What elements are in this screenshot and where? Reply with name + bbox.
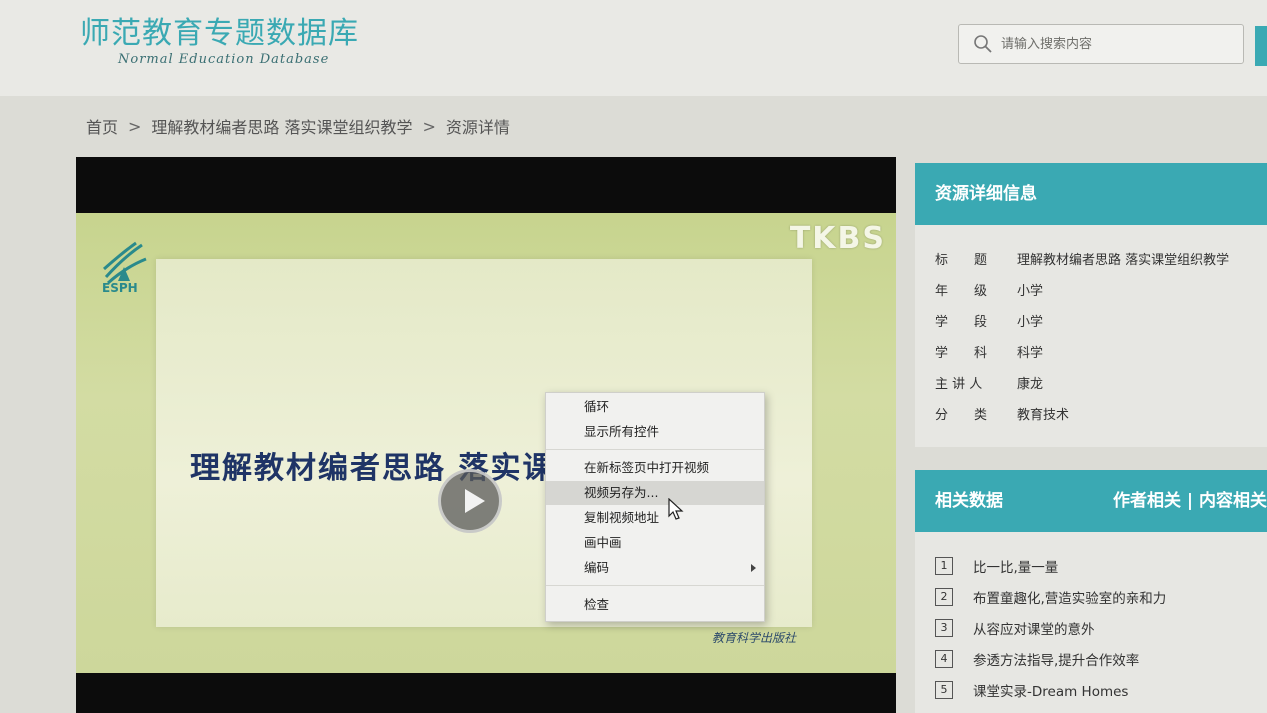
video-frame[interactable]: ESPH TKBS 理解教材编者思路 落实课堂组织教学 教育科学出版社 bbox=[76, 213, 896, 673]
esph-logo-text: ESPH bbox=[102, 281, 138, 295]
info-row-subject: 学 科 科学 bbox=[935, 342, 1043, 361]
breadcrumb-current: 资源详情 bbox=[445, 118, 510, 137]
related-data-heading: 相关数据 bbox=[935, 491, 1003, 511]
ctx-save-video-as[interactable]: 视频另存为... bbox=[546, 481, 764, 505]
info-label: 标 题 bbox=[935, 253, 988, 268]
breadcrumb-home[interactable]: 首页 bbox=[86, 114, 118, 138]
related-data-header: 相关数据 作者相关 | 内容相关 bbox=[915, 470, 1267, 532]
related-item-number: 3 bbox=[935, 619, 953, 637]
info-label: 学 科 bbox=[935, 346, 988, 361]
related-data-panel: 相关数据 作者相关 | 内容相关 1 比一比,量一量 2 布置童趣化,营造实验室… bbox=[915, 470, 1267, 713]
info-value: 小学 bbox=[1017, 284, 1044, 299]
related-item[interactable]: 1 比一比,量一量 bbox=[935, 556, 1058, 576]
related-item-title[interactable]: 布置童趣化,营造实验室的亲和力 bbox=[973, 587, 1166, 607]
related-item[interactable]: 5 课堂实录-Dream Homes bbox=[935, 680, 1128, 700]
resource-info-heading: 资源详细信息 bbox=[915, 163, 1267, 225]
search-box bbox=[958, 24, 1244, 64]
ctx-show-controls[interactable]: 显示所有控件 bbox=[546, 420, 764, 444]
related-item-number: 1 bbox=[935, 557, 953, 575]
related-item[interactable]: 4 参透方法指导,提升合作效率 bbox=[935, 649, 1139, 669]
related-item-number: 5 bbox=[935, 681, 953, 699]
search-icon[interactable] bbox=[973, 34, 993, 54]
breadcrumb: 首页 > 理解教材编者思路 落实课堂组织教学 > 资源详情 bbox=[86, 114, 510, 138]
site-header: 师范教育专题数据库 Normal Education Database bbox=[0, 0, 1267, 96]
ctx-picture-in-picture[interactable]: 画中画 bbox=[546, 531, 764, 555]
related-item-title[interactable]: 比一比,量一量 bbox=[973, 556, 1058, 576]
info-row-grade: 年 级 小学 bbox=[935, 280, 1043, 299]
info-label: 学 段 bbox=[935, 315, 988, 330]
ctx-open-new-tab[interactable]: 在新标签页中打开视频 bbox=[546, 456, 764, 480]
ctx-encoding[interactable]: 编码 bbox=[546, 556, 764, 580]
search-input[interactable] bbox=[1001, 25, 1239, 63]
ctx-separator bbox=[546, 585, 764, 586]
related-item-number: 2 bbox=[935, 588, 953, 606]
info-label: 年 级 bbox=[935, 284, 988, 299]
ctx-copy-video-address[interactable]: 复制视频地址 bbox=[546, 506, 764, 530]
chevron-right-icon bbox=[751, 564, 756, 572]
video-player[interactable]: ESPH TKBS 理解教材编者思路 落实课堂组织教学 教育科学出版社 bbox=[76, 157, 896, 713]
related-item[interactable]: 2 布置童趣化,营造实验室的亲和力 bbox=[935, 587, 1166, 607]
mouse-cursor-icon bbox=[668, 498, 684, 520]
ctx-loop[interactable]: 循环 bbox=[546, 395, 764, 419]
info-value: 康龙 bbox=[1017, 377, 1044, 392]
publisher-logo: 教育科学出版社 bbox=[712, 631, 797, 645]
search-button[interactable] bbox=[1255, 26, 1267, 66]
related-item[interactable]: 3 从容应对课堂的意外 bbox=[935, 618, 1095, 638]
context-menu: 循环 显示所有控件 在新标签页中打开视频 视频另存为... 复制视频地址 画中画… bbox=[545, 392, 765, 622]
info-row-title: 标 题 理解教材编者思路 落实课堂组织教学 bbox=[935, 249, 1229, 268]
info-label: 主 讲 人 bbox=[935, 377, 983, 392]
resource-info-panel: 资源详细信息 标 题 理解教材编者思路 落实课堂组织教学 年 级 小学 学 段 … bbox=[915, 163, 1267, 447]
related-item-title[interactable]: 参透方法指导,提升合作效率 bbox=[973, 649, 1139, 669]
breadcrumb-separator: > bbox=[422, 116, 436, 136]
info-row-category: 分 类 教育技术 bbox=[935, 404, 1069, 423]
related-tabs[interactable]: 作者相关 | 内容相关 bbox=[1113, 470, 1267, 532]
info-value: 理解教材编者思路 落实课堂组织教学 bbox=[1017, 253, 1230, 268]
tkbs-brand: TKBS bbox=[789, 221, 886, 256]
info-label: 分 类 bbox=[935, 408, 988, 423]
info-value: 教育技术 bbox=[1017, 408, 1070, 423]
info-row-speaker: 主 讲 人 康龙 bbox=[935, 373, 1043, 392]
info-value: 科学 bbox=[1017, 346, 1044, 361]
related-item-title[interactable]: 从容应对课堂的意外 bbox=[973, 618, 1095, 638]
breadcrumb-course[interactable]: 理解教材编者思路 落实课堂组织教学 bbox=[151, 114, 412, 138]
ctx-separator bbox=[546, 449, 764, 450]
play-button[interactable] bbox=[438, 469, 502, 533]
info-value: 小学 bbox=[1017, 315, 1044, 330]
site-subtitle: Normal Education Database bbox=[118, 52, 330, 67]
related-item-number: 4 bbox=[935, 650, 953, 668]
related-item-title[interactable]: 课堂实录-Dream Homes bbox=[973, 680, 1128, 700]
info-row-stage: 学 段 小学 bbox=[935, 311, 1043, 330]
site-title[interactable]: 师范教育专题数据库 bbox=[80, 8, 359, 52]
ctx-encoding-label: 编码 bbox=[584, 560, 610, 575]
ctx-inspect[interactable]: 检查 bbox=[546, 593, 764, 617]
breadcrumb-separator: > bbox=[128, 116, 142, 136]
